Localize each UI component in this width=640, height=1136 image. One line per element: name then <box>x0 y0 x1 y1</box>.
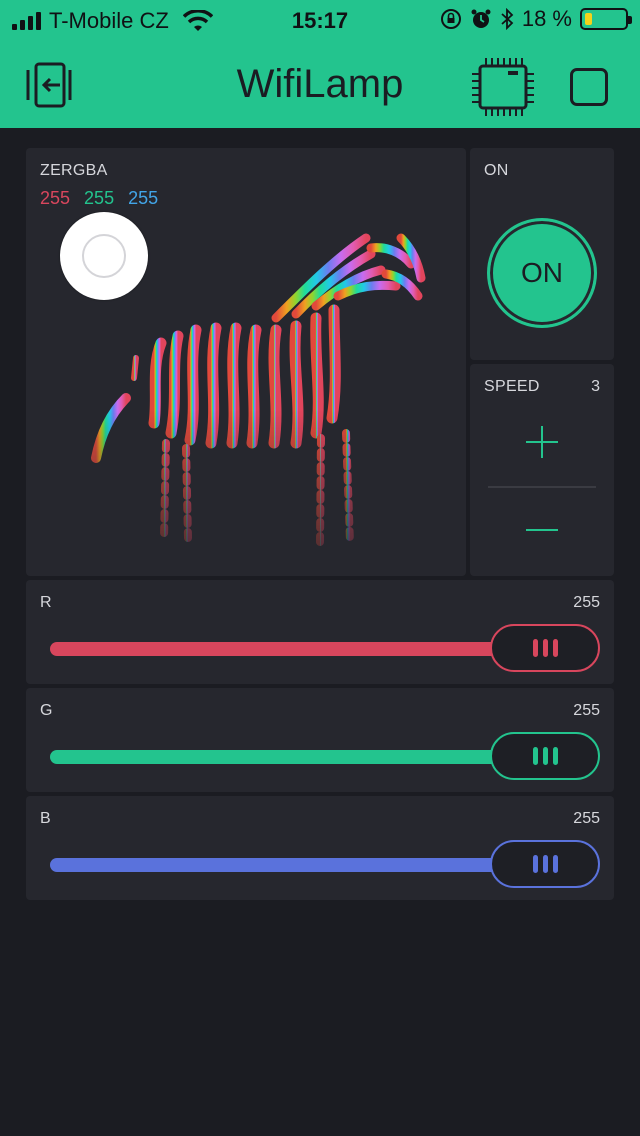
slider-red-label: R <box>40 594 52 611</box>
power-label: ON <box>484 162 509 179</box>
alarm-icon <box>471 9 491 28</box>
color-picker-knob[interactable] <box>60 212 148 300</box>
app-bar: WifiLamp <box>0 40 640 128</box>
speed-label: SPEED <box>484 378 540 395</box>
minus-icon[interactable] <box>510 498 574 562</box>
speed-widget: SPEED 3 <box>470 364 614 576</box>
device-board-icon[interactable] <box>472 58 534 116</box>
orientation-lock-icon <box>440 9 461 29</box>
speed-divider <box>488 486 596 488</box>
power-widget: ON ON <box>470 148 614 360</box>
slider-green-value: 255 <box>573 702 600 719</box>
slider-green: G 255 <box>26 688 614 792</box>
plus-icon[interactable] <box>510 410 574 474</box>
app-header: T-Mobile CZ 15:17 18 % WifiLamp <box>0 0 640 128</box>
slider-green-thumb[interactable] <box>490 732 600 780</box>
slider-blue-thumb[interactable] <box>490 840 600 888</box>
slider-red-value: 255 <box>573 594 600 611</box>
slider-blue: B 255 <box>26 796 614 900</box>
zergba-green-value: 255 <box>84 188 115 208</box>
status-bar: T-Mobile CZ 15:17 18 % <box>0 0 640 40</box>
stop-square-icon[interactable] <box>570 68 608 106</box>
battery-percent: 18 % <box>521 6 572 31</box>
zergba-values: 255 255 255 <box>40 188 158 209</box>
zergba-label: ZERGBA <box>40 162 108 179</box>
bluetooth-icon <box>501 8 514 30</box>
zergba-blue-value: 255 <box>128 188 159 208</box>
slider-blue-value: 255 <box>573 810 600 827</box>
slider-blue-label: B <box>40 810 51 827</box>
battery-icon <box>580 8 632 30</box>
slider-red: R 255 <box>26 580 614 684</box>
speed-value: 3 <box>591 378 600 395</box>
slider-green-track[interactable] <box>50 750 510 764</box>
zergba-widget: ZERGBA 255 255 255 <box>26 148 466 576</box>
on-button[interactable]: ON <box>487 218 597 328</box>
app-title: WifiLamp <box>236 62 404 106</box>
slider-blue-track[interactable] <box>50 858 510 872</box>
zergba-red-value: 255 <box>40 188 71 208</box>
slider-green-label: G <box>40 702 53 719</box>
slider-red-track[interactable] <box>50 642 510 656</box>
slider-red-thumb[interactable] <box>490 624 600 672</box>
